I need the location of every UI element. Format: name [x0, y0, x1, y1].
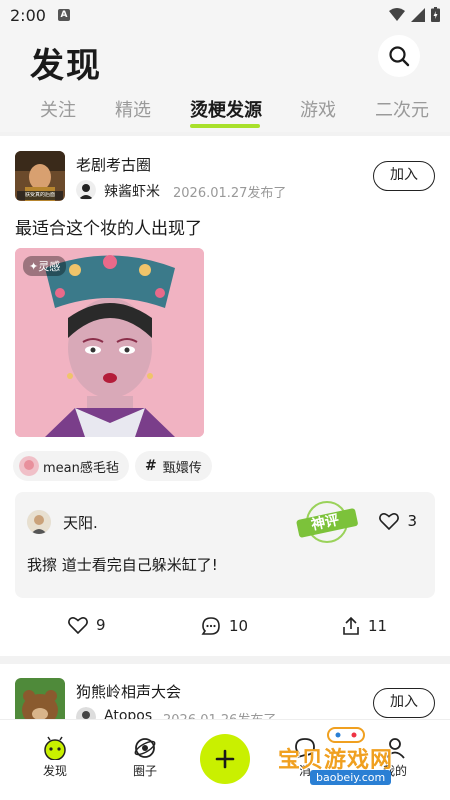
post-time-2: 2026.01.26发布了	[163, 709, 276, 720]
author-avatar[interactable]	[76, 180, 96, 200]
nav-discover[interactable]: 发现	[25, 734, 85, 779]
search-button[interactable]	[378, 35, 420, 77]
nav-circle[interactable]: 圈子	[115, 734, 175, 779]
post-image[interactable]: ✦灵感	[15, 248, 204, 437]
signal-icon	[411, 7, 425, 22]
comment-button[interactable]: 10	[201, 616, 248, 636]
battery-icon	[431, 7, 440, 22]
header: 发现 关注 精选 烫梗发源 游戏 二次元	[0, 32, 450, 132]
like-count: 9	[96, 616, 106, 634]
share-count: 11	[368, 617, 388, 635]
commenter-name[interactable]: 天阳.	[63, 512, 98, 533]
post-card-2[interactable]: 狗熊岭相声大会 Atopos 2026.01.26发布了 加入	[0, 664, 450, 720]
post-time: 2026.01.27发布了	[173, 186, 287, 201]
circle-name-2[interactable]: 狗熊岭相声大会	[76, 681, 181, 702]
inspiration-badge: ✦灵感	[23, 256, 67, 276]
tag-chip-user[interactable]: mean感毛毡	[13, 451, 129, 481]
active-tab-indicator	[190, 124, 260, 128]
comment-like-button[interactable]: 3	[379, 512, 417, 530]
tab-following[interactable]: 关注	[40, 96, 76, 122]
tag-user-avatar	[19, 456, 39, 476]
notification-icon: A	[58, 9, 70, 21]
page-title: 发现	[30, 46, 102, 86]
circle-avatar[interactable]: 朕受真的后面	[15, 151, 65, 201]
search-icon	[389, 46, 410, 67]
join-button[interactable]: 加入	[373, 161, 435, 191]
tag-label: mean感毛毡	[43, 460, 119, 476]
bottom-nav: 发现 圈子 消 我的 宝贝游戏网 baobeiy.com	[0, 720, 450, 800]
author-avatar-2[interactable]	[76, 707, 96, 720]
circle-avatar-2[interactable]	[15, 678, 65, 720]
comment-like-count: 3	[407, 512, 417, 530]
nav-label: 发现	[42, 764, 67, 778]
tab-anime[interactable]: 二次元	[375, 96, 429, 122]
hashtag-icon: #	[145, 458, 157, 474]
comment-icon	[201, 617, 220, 635]
post-card[interactable]: 朕受真的后面 老剧考古圈 辣酱虾米 2026.01.27发布了 加入 最适合这个…	[0, 136, 450, 656]
like-button[interactable]: 9	[68, 616, 106, 634]
site-watermark: 宝贝游戏网 baobeiy.com	[272, 727, 422, 790]
author-name-2[interactable]: Atopos	[104, 708, 152, 720]
share-button[interactable]: 11	[342, 616, 387, 636]
author-name[interactable]: 辣酱虾米	[104, 181, 160, 201]
wifi-icon	[389, 7, 405, 21]
tag-label: 甄嬛传	[162, 460, 202, 476]
system-icons	[389, 7, 440, 22]
comment-count: 10	[229, 617, 249, 635]
join-button-2[interactable]: 加入	[373, 688, 435, 718]
status-bar: 2:00 A	[0, 0, 450, 32]
discover-icon	[44, 736, 66, 760]
post-text: 最适合这个妆的人出现了	[15, 219, 202, 239]
circle-icon	[134, 738, 156, 758]
watermark-url: baobeiy.com	[310, 770, 392, 785]
tab-featured[interactable]: 精选	[115, 96, 151, 122]
tag-chip-topic[interactable]: # 甄嬛传	[135, 451, 212, 481]
circle-name[interactable]: 老剧考古圈	[76, 154, 151, 175]
status-time: 2:00	[10, 6, 46, 25]
tab-games[interactable]: 游戏	[300, 96, 336, 122]
plus-icon	[215, 749, 235, 769]
comment-text: 我擦 道士看完自己躲米缸了!	[27, 556, 218, 574]
tab-meme-origin[interactable]: 烫梗发源	[190, 96, 262, 122]
post-actions: 9 10 11	[0, 616, 450, 644]
nav-label: 圈子	[132, 764, 157, 778]
commenter-avatar[interactable]	[27, 510, 51, 534]
heart-icon	[379, 513, 400, 530]
share-icon	[343, 616, 359, 635]
avatar-caption: 朕受真的后面	[24, 192, 55, 198]
top-comment[interactable]: 天阳. 神评 3 我擦 道士看完自己躲米缸了!	[15, 492, 435, 598]
create-post-button[interactable]	[200, 734, 250, 784]
heart-icon	[68, 617, 88, 634]
